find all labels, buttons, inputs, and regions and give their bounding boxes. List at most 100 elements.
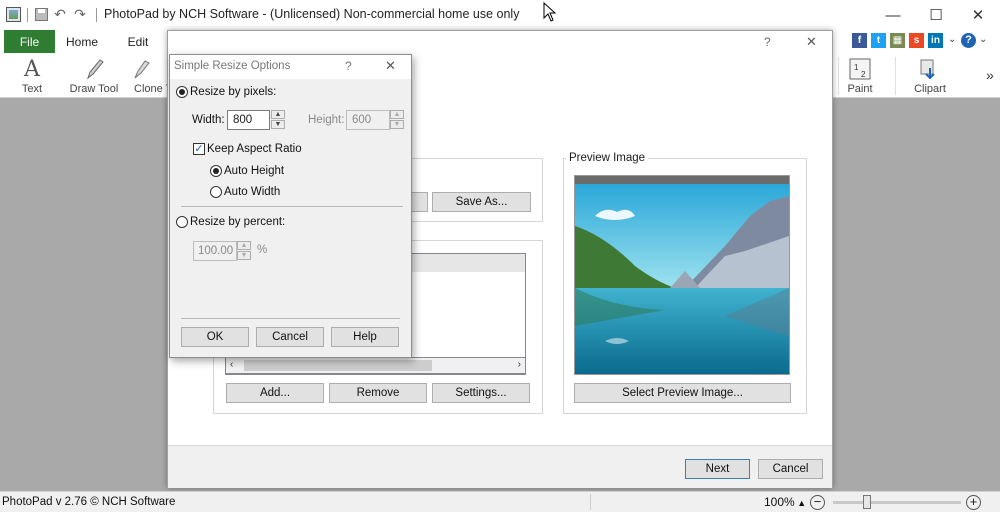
clone-stamp-icon bbox=[130, 57, 150, 81]
clone-tool-label: Clone T bbox=[134, 83, 168, 95]
simple-resize-dialog: Simple Resize Options ? ✕ Resize by pixe… bbox=[169, 54, 412, 358]
app-icon[interactable] bbox=[6, 7, 21, 22]
preview-title: Preview Image bbox=[566, 152, 649, 164]
scroll-right-icon[interactable]: › bbox=[518, 359, 521, 370]
stumbleupon-icon[interactable]: s bbox=[909, 33, 924, 48]
chevron-down-icon[interactable]: ⌄ bbox=[979, 34, 987, 45]
divider bbox=[181, 318, 400, 319]
height-field[interactable]: 600 bbox=[346, 110, 390, 130]
remove-button[interactable]: Remove bbox=[329, 383, 427, 403]
width-down-icon[interactable]: ▼ bbox=[271, 120, 285, 129]
status-bar: PhotoPad v 2.76 © NCH Software 100% ▲ − … bbox=[0, 491, 1000, 512]
auto-height-label[interactable]: Auto Height bbox=[224, 165, 284, 177]
resize-by-pixels-radio[interactable] bbox=[176, 86, 188, 98]
percent-up-icon[interactable]: ▲ bbox=[237, 241, 251, 250]
title-bar: ↶ ↷ PhotoPad by NCH Software - (Unlicens… bbox=[0, 0, 1000, 30]
wizard-close-button[interactable]: ✕ bbox=[806, 34, 817, 50]
width-label: Width: bbox=[192, 114, 225, 126]
percent-value: 100.00 bbox=[198, 245, 234, 257]
dialog-cancel-button[interactable]: Cancel bbox=[256, 327, 324, 347]
dialog-title-bar: Simple Resize Options ? ✕ bbox=[170, 55, 411, 79]
clipart-icon bbox=[919, 57, 941, 81]
horizontal-scrollbar[interactable]: ‹ › bbox=[225, 357, 526, 374]
paint-canvas-icon: 12 bbox=[849, 57, 871, 81]
text-tool-label: Text bbox=[21, 83, 43, 95]
add-button[interactable]: Add... bbox=[226, 383, 324, 403]
redo-icon[interactable]: ↷ bbox=[72, 6, 88, 22]
percent-unit: % bbox=[257, 244, 268, 256]
resize-by-pixels-label[interactable]: Resize by pixels: bbox=[190, 86, 276, 98]
dialog-help-button[interactable]: ? bbox=[345, 59, 352, 73]
text-tool-button[interactable]: A Text bbox=[12, 53, 52, 98]
height-up-icon[interactable]: ▲ bbox=[390, 110, 404, 119]
dialog-title: Simple Resize Options bbox=[174, 60, 291, 72]
zoom-in-icon[interactable]: + bbox=[966, 495, 981, 510]
clipart-label: Clipart bbox=[914, 83, 946, 95]
minimize-button[interactable]: — bbox=[880, 4, 906, 26]
keep-aspect-label[interactable]: Keep Aspect Ratio bbox=[207, 143, 302, 155]
draw-tool-label: Draw Tool bbox=[69, 83, 119, 95]
preview-image bbox=[574, 175, 790, 375]
zoom-dropdown-icon[interactable]: ▲ bbox=[795, 498, 806, 508]
settings-button[interactable]: Settings... bbox=[432, 383, 530, 403]
resize-by-percent-label[interactable]: Resize by percent: bbox=[190, 216, 285, 228]
keep-aspect-checkbox[interactable]: ✓ bbox=[193, 143, 205, 155]
save-as-button[interactable]: Save As... bbox=[432, 192, 531, 212]
tab-file[interactable]: File bbox=[4, 30, 55, 53]
draw-tool-button[interactable]: Draw Tool bbox=[66, 53, 122, 98]
status-text: PhotoPad v 2.76 © NCH Software bbox=[2, 496, 176, 508]
zoom-value[interactable]: 100% bbox=[764, 495, 795, 509]
help-icon[interactable]: ? bbox=[961, 33, 976, 48]
chevron-down-icon[interactable]: ⌄ bbox=[948, 34, 956, 45]
twitter-icon[interactable]: t bbox=[871, 33, 886, 48]
svg-text:1: 1 bbox=[854, 63, 859, 72]
undo-icon[interactable]: ↶ bbox=[52, 6, 68, 22]
zoom-slider-thumb[interactable] bbox=[863, 495, 871, 509]
clipart-button[interactable]: Clipart bbox=[908, 53, 952, 98]
scrollbar-thumb[interactable] bbox=[244, 360, 432, 371]
window-title: PhotoPad by NCH Software - (Unlicensed) … bbox=[104, 7, 520, 21]
scroll-left-icon[interactable]: ‹ bbox=[230, 359, 233, 370]
auto-width-radio[interactable] bbox=[210, 186, 222, 198]
close-button[interactable]: ✕ bbox=[965, 4, 991, 26]
paint-button[interactable]: 12 Paint bbox=[842, 53, 878, 98]
zoom-slider[interactable] bbox=[833, 495, 961, 509]
wizard-cancel-button[interactable]: Cancel bbox=[758, 459, 823, 479]
wizard-help-button[interactable]: ? bbox=[764, 35, 771, 49]
wizard-footer: Next Cancel bbox=[168, 445, 832, 488]
width-up-icon[interactable]: ▲ bbox=[271, 110, 285, 119]
dialog-help-action-button[interactable]: Help bbox=[331, 327, 399, 347]
select-preview-image-button[interactable]: Select Preview Image... bbox=[574, 383, 791, 403]
facebook-icon[interactable]: f bbox=[852, 33, 867, 48]
height-value: 600 bbox=[352, 114, 372, 126]
percent-down-icon[interactable]: ▼ bbox=[237, 251, 251, 260]
next-button[interactable]: Next bbox=[685, 459, 750, 479]
text-tool-icon: A bbox=[24, 56, 40, 82]
resize-by-percent-radio[interactable] bbox=[176, 216, 188, 228]
linkedin-icon[interactable]: in bbox=[928, 33, 943, 48]
divider bbox=[181, 206, 403, 207]
height-down-icon[interactable]: ▼ bbox=[390, 120, 404, 129]
zoom-level[interactable]: 100% ▲ bbox=[764, 495, 806, 509]
width-value[interactable]: 800 bbox=[233, 114, 252, 126]
ribbon-more-icon[interactable]: » bbox=[986, 67, 994, 83]
ok-button[interactable]: OK bbox=[181, 327, 249, 347]
gallery-icon[interactable]: ▦ bbox=[890, 33, 905, 48]
tab-edit[interactable]: Edit bbox=[123, 30, 153, 53]
maximize-button[interactable]: ☐ bbox=[923, 4, 949, 26]
paint-label: Paint bbox=[847, 83, 873, 95]
zoom-out-icon[interactable]: − bbox=[810, 495, 825, 510]
width-field[interactable]: 800 bbox=[227, 110, 270, 130]
svg-text:2: 2 bbox=[861, 70, 866, 79]
percent-field[interactable]: 100.00 bbox=[193, 241, 237, 261]
clone-tool-button[interactable]: Clone T bbox=[130, 53, 168, 98]
dialog-close-button[interactable]: ✕ bbox=[385, 58, 396, 74]
height-label: Height: bbox=[308, 114, 345, 126]
auto-width-label[interactable]: Auto Width bbox=[224, 186, 280, 198]
pencil-icon bbox=[84, 57, 104, 81]
file-list-header bbox=[409, 254, 525, 272]
tab-home[interactable]: Home bbox=[62, 30, 102, 53]
mouse-cursor-icon bbox=[543, 1, 557, 25]
save-icon[interactable] bbox=[33, 6, 49, 22]
auto-height-radio[interactable] bbox=[210, 165, 222, 177]
